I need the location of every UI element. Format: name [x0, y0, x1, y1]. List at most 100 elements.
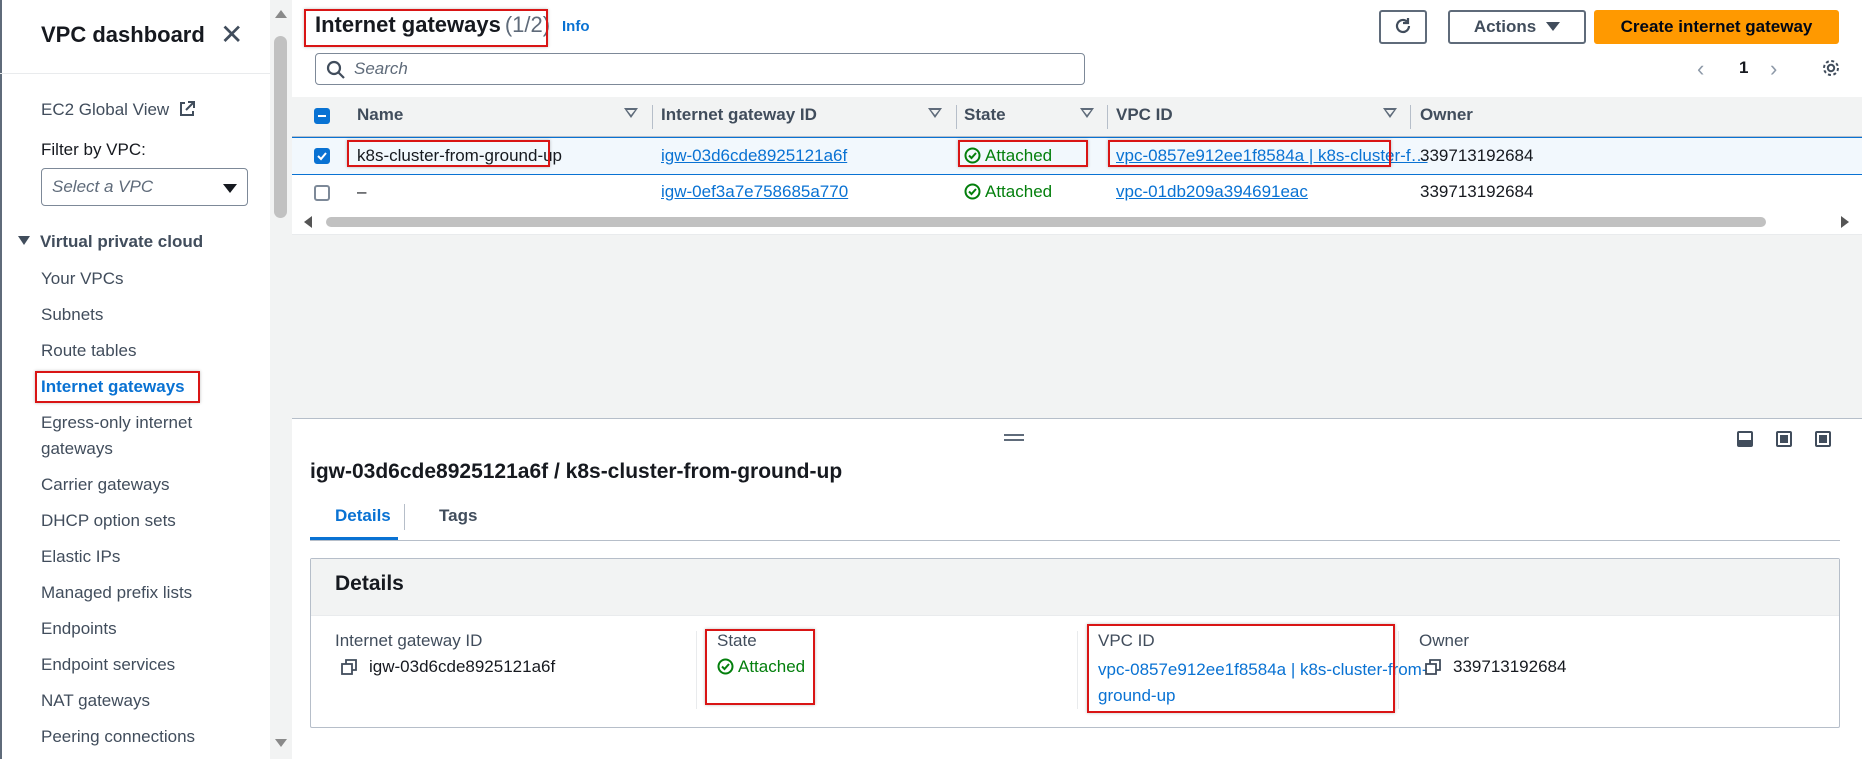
tab-details[interactable]: Details	[335, 506, 391, 526]
column-divider[interactable]	[1107, 105, 1108, 129]
sidebar-edge	[0, 0, 2, 759]
column-header-vpc-id[interactable]: VPC ID	[1116, 105, 1173, 125]
tabs-divider	[310, 540, 1840, 541]
scroll-right-icon[interactable]	[1841, 216, 1849, 228]
state-value: Attached	[717, 657, 805, 677]
column-header-igw-id[interactable]: Internet gateway ID	[661, 105, 817, 125]
sort-icon[interactable]	[624, 108, 638, 118]
igw-id-link[interactable]: igw-03d6cde8925121a6f	[661, 146, 847, 165]
scroll-down-icon[interactable]	[275, 739, 287, 747]
sidebar-item-internet-gateways[interactable]: Internet gateways	[41, 374, 231, 400]
cell-state: Attached	[964, 182, 1052, 202]
close-icon[interactable]: ✕	[220, 21, 243, 49]
create-internet-gateway-button[interactable]: Create internet gateway	[1594, 10, 1839, 44]
details-container: Details Internet gateway ID igw-03d6cde8…	[310, 558, 1840, 728]
gear-icon[interactable]	[1820, 57, 1842, 79]
search-input[interactable]: Search	[315, 53, 1085, 85]
vpc-id-link-line2: ground-up	[1098, 686, 1176, 705]
sidebar-item-nat-gateways[interactable]: NAT gateways	[41, 688, 231, 714]
vpc-id-link[interactable]: vpc-0857e912ee1f8584a | k8s-cluster-from…	[1098, 660, 1427, 705]
column-divider[interactable]	[652, 105, 653, 129]
empty-area	[292, 235, 1862, 418]
sidebar-item-subnets[interactable]: Subnets	[41, 302, 231, 328]
actions-button[interactable]: Actions	[1448, 10, 1586, 44]
scrollbar-thumb[interactable]	[274, 36, 287, 218]
ec2-global-view-link[interactable]: EC2 Global View	[41, 100, 196, 120]
state-text: Attached	[985, 182, 1053, 201]
copy-icon[interactable]	[1425, 659, 1441, 675]
sidebar-item-carrier-gateways[interactable]: Carrier gateways	[41, 472, 231, 498]
column-header-owner[interactable]: Owner	[1420, 105, 1473, 125]
next-page-icon[interactable]: ›	[1770, 56, 1777, 82]
panel-side-icon[interactable]	[1776, 431, 1792, 447]
select-all-checkbox[interactable]	[314, 108, 330, 124]
page-title-text: Internet gateways	[315, 12, 501, 37]
search-placeholder: Search	[354, 59, 408, 78]
tab-divider	[404, 504, 405, 530]
search-icon	[326, 60, 345, 79]
refresh-button[interactable]	[1379, 10, 1427, 44]
vpc-id-link[interactable]: vpc-01db209a394691eac	[1116, 182, 1308, 201]
previous-page-icon[interactable]: ‹	[1697, 56, 1704, 82]
cell-igw-id: igw-0ef3a7e758685a770	[661, 182, 848, 202]
filter-by-vpc-label: Filter by VPC:	[41, 140, 146, 159]
cell-igw-id: igw-03d6cde8925121a6f	[661, 146, 847, 166]
table-row[interactable]: – igw-0ef3a7e758685a770 Attached vpc-01d…	[292, 175, 1862, 213]
sidebar-item-elastic-ips[interactable]: Elastic IPs	[41, 544, 231, 570]
vpc-id-label: VPC ID	[1098, 631, 1155, 650]
column-header-state[interactable]: State	[964, 105, 1006, 125]
section-title: Virtual private cloud	[40, 232, 204, 251]
external-link-icon	[179, 101, 195, 116]
sidebar: VPC dashboard ✕ EC2 Global View Filter b…	[0, 0, 292, 759]
sidebar-item-your-vpcs[interactable]: Your VPCs	[41, 266, 231, 292]
sort-icon[interactable]	[1080, 108, 1094, 118]
scroll-left-icon[interactable]	[304, 216, 312, 228]
details-header: Details	[311, 559, 1839, 616]
success-icon	[964, 183, 981, 200]
tab-tags[interactable]: Tags	[439, 506, 477, 526]
column-divider[interactable]	[956, 105, 957, 129]
sidebar-item-endpoint-services[interactable]: Endpoint services	[41, 652, 231, 678]
cell-name: –	[357, 182, 367, 201]
success-icon	[717, 658, 734, 675]
refresh-icon	[1395, 18, 1411, 34]
sidebar-item-endpoints[interactable]: Endpoints	[41, 616, 231, 642]
caret-down-icon	[18, 236, 30, 245]
sidebar-item-egress-only-internet-gateways[interactable]: Egress-only internet gateways	[41, 410, 221, 462]
sidebar-divider	[0, 73, 270, 74]
column-divider[interactable]	[1410, 105, 1411, 129]
igw-id-link[interactable]: igw-0ef3a7e758685a770	[661, 182, 848, 201]
table-horizontal-scrollbar[interactable]	[292, 210, 1862, 234]
owner-text: 339713192684	[1453, 657, 1567, 676]
sidebar-item-dhcp-option-sets[interactable]: DHCP option sets	[41, 508, 231, 534]
cell-owner: 339713192684	[1420, 146, 1534, 165]
sidebar-item-route-tables[interactable]: Route tables	[41, 338, 231, 364]
panel-bottom-icon[interactable]	[1737, 431, 1753, 447]
sort-icon[interactable]	[1383, 108, 1397, 118]
caret-down-icon	[223, 184, 237, 193]
ec2-global-view-label: EC2 Global View	[41, 100, 170, 119]
copy-icon[interactable]	[341, 659, 357, 675]
vpc-id-link[interactable]: vpc-0857e912ee1f8584a | k8s-cluster-f…	[1116, 146, 1428, 165]
scroll-up-icon[interactable]	[275, 10, 287, 18]
column-header-name[interactable]: Name	[357, 105, 403, 125]
sidebar-scrollbar[interactable]	[270, 0, 292, 759]
row-checkbox[interactable]	[314, 148, 330, 164]
details-heading: Details	[335, 572, 404, 595]
table-row[interactable]: k8s-cluster-from-ground-up igw-03d6cde89…	[292, 137, 1862, 175]
split-panel-border[interactable]	[292, 418, 1862, 419]
section-virtual-private-cloud[interactable]: Virtual private cloud	[18, 232, 203, 252]
success-icon	[964, 147, 981, 164]
sidebar-item-managed-prefix-lists[interactable]: Managed prefix lists	[41, 580, 231, 606]
row-checkbox[interactable]	[314, 185, 330, 201]
scrollbar-thumb[interactable]	[326, 217, 1766, 227]
sidebar-item-peering-connections[interactable]: Peering connections	[41, 724, 231, 750]
info-link[interactable]: Info	[562, 18, 590, 35]
panel-full-icon[interactable]	[1815, 431, 1831, 447]
caret-down-icon	[1546, 22, 1561, 31]
resize-handle-icon[interactable]	[1004, 434, 1024, 444]
igw-id-label: Internet gateway ID	[335, 631, 483, 650]
sort-icon[interactable]	[928, 108, 942, 118]
page-number[interactable]: 1	[1739, 58, 1748, 78]
vpc-filter-select[interactable]: Select a VPC	[41, 168, 248, 206]
